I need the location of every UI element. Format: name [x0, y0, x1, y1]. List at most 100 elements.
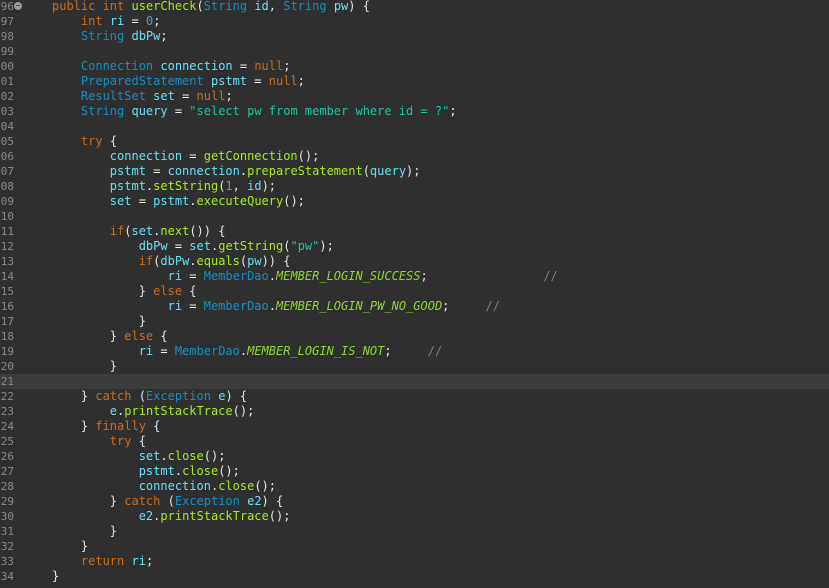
line-number: 09 — [0, 195, 14, 208]
line-number: 98 — [0, 30, 14, 43]
code-line[interactable]: 18 } else { — [0, 329, 829, 344]
code-token: ; — [145, 554, 154, 568]
code-token: ; — [283, 59, 291, 73]
code-token: ()) { — [189, 224, 226, 238]
code-line[interactable]: 22 } catch (Exception e) { — [0, 389, 829, 404]
code-line[interactable]: 23 e.printStackTrace(); — [0, 404, 829, 419]
code-line[interactable]: 05 try { — [0, 134, 829, 149]
code-token: } — [109, 329, 125, 343]
code-line[interactable]: 08 pstmt.setString(1, id); — [0, 179, 829, 194]
code-line[interactable]: 12 dbPw = set.getString("pw"); — [0, 239, 829, 254]
code-line[interactable]: 29 } catch (Exception e2) { — [0, 494, 829, 509]
code-token: connection — [109, 149, 183, 163]
code-line[interactable]: 26 set.close(); — [0, 449, 829, 464]
code-token: if — [109, 224, 125, 238]
line-number: 26 — [0, 450, 14, 463]
code-text: ri = MemberDao.MEMBER_LOGIN_PW_NO_GOOD; … — [52, 299, 500, 314]
code-token: (); — [254, 479, 276, 493]
code-token: // — [485, 299, 500, 313]
code-text: } finally { — [52, 419, 160, 434]
code-token: null — [196, 89, 226, 103]
code-line[interactable]: 21 — [0, 374, 829, 389]
code-line[interactable]: 34} — [0, 569, 829, 584]
code-token: finally — [95, 419, 154, 433]
code-line[interactable]: 06 connection = getConnection(); — [0, 149, 829, 164]
code-line[interactable]: 15 } else { — [0, 284, 829, 299]
line-number: 12 — [0, 240, 14, 253]
code-line[interactable]: 28 connection.close(); — [0, 479, 829, 494]
code-line[interactable]: 25 try { — [0, 434, 829, 449]
line-number: 05 — [0, 135, 14, 148]
code-line[interactable]: 02 ResultSet set = null; — [0, 89, 829, 104]
line-number: 22 — [0, 390, 14, 403]
code-line[interactable]: 13 if(dbPw.equals(pw)) { — [0, 254, 829, 269]
code-line[interactable]: 98 String dbPw; — [0, 29, 829, 44]
code-line[interactable]: 14 ri = MemberDao.MEMBER_LOGIN_SUCCESS; … — [0, 269, 829, 284]
code-line[interactable]: 10 — [0, 209, 829, 224]
code-token: catch — [95, 389, 139, 403]
code-line[interactable]: 07 pstmt = connection.prepareStatement(q… — [0, 164, 829, 179]
code-line[interactable]: 96− public int userCheck(String id, Strin… — [0, 0, 829, 14]
code-line[interactable]: 11 if(set.next()) { — [0, 224, 829, 239]
code-text: ResultSet set = null; — [52, 89, 233, 104]
code-line[interactable]: 09 set = pstmt.executeQuery(); — [0, 194, 829, 209]
code-token: connection — [138, 479, 211, 493]
code-line[interactable]: 24 } finally { — [0, 419, 829, 434]
code-line[interactable]: 30 e2.printStackTrace(); — [0, 509, 829, 524]
code-line[interactable]: 33 return ri; — [0, 554, 829, 569]
code-token: pstmt — [138, 464, 175, 478]
code-line[interactable]: 99 — [0, 44, 829, 59]
code-token: ) { — [225, 389, 248, 403]
code-line[interactable]: 32 } — [0, 539, 829, 554]
code-line[interactable]: 27 pstmt.close(); — [0, 464, 829, 479]
line-number: 97 — [0, 15, 14, 28]
code-line[interactable]: 04 — [0, 119, 829, 134]
code-token: ) { — [348, 0, 370, 13]
code-token: = — [182, 269, 204, 283]
code-token: pw — [333, 0, 349, 13]
fold-toggle-icon[interactable]: − — [14, 2, 22, 10]
line-number: 24 — [0, 420, 14, 433]
code-token: getConnection — [203, 149, 298, 163]
code-line[interactable]: 19 ri = MemberDao.MEMBER_LOGIN_IS_NOT; /… — [0, 344, 829, 359]
code-line[interactable]: 03 String query = "select pw from member… — [0, 104, 829, 119]
code-token: ); — [406, 164, 421, 178]
code-line[interactable]: 00 Connection connection = null; — [0, 59, 829, 74]
code-token: printStackTrace — [124, 404, 233, 418]
line-number: 07 — [0, 165, 14, 178]
code-text: Connection connection = null; — [52, 59, 291, 74]
code-line[interactable]: 97 int ri = 0; — [0, 14, 829, 29]
code-token: ); — [319, 239, 334, 253]
code-token: MEMBER_LOGIN_PW_NO_GOOD — [276, 299, 443, 313]
code-token: ri — [138, 344, 154, 358]
line-number: 99 — [0, 45, 14, 58]
code-text: return ri; — [52, 554, 153, 569]
code-token: } — [80, 389, 96, 403]
code-token: (); — [218, 464, 240, 478]
line-number: 14 — [0, 270, 14, 283]
code-line[interactable]: 20 } — [0, 359, 829, 374]
code-line[interactable]: 01 PreparedStatement pstmt = null; — [0, 74, 829, 89]
code-token: } — [109, 524, 118, 538]
code-line[interactable]: 31 } — [0, 524, 829, 539]
code-token: e2 — [247, 494, 262, 508]
code-token: = — [182, 149, 204, 163]
code-line[interactable]: 17 } — [0, 314, 829, 329]
code-line[interactable]: 16 ri = MemberDao.MEMBER_LOGIN_PW_NO_GOO… — [0, 299, 829, 314]
code-editor[interactable]: 96− public int userCheck(String id, Strin… — [0, 0, 829, 588]
code-token: = — [232, 59, 255, 73]
code-token: dbPw — [160, 254, 190, 268]
code-token: executeQuery — [196, 194, 284, 208]
code-token: set — [138, 449, 161, 463]
code-token: String — [80, 29, 132, 43]
code-token: "select pw from member where id = ?" — [189, 104, 450, 118]
